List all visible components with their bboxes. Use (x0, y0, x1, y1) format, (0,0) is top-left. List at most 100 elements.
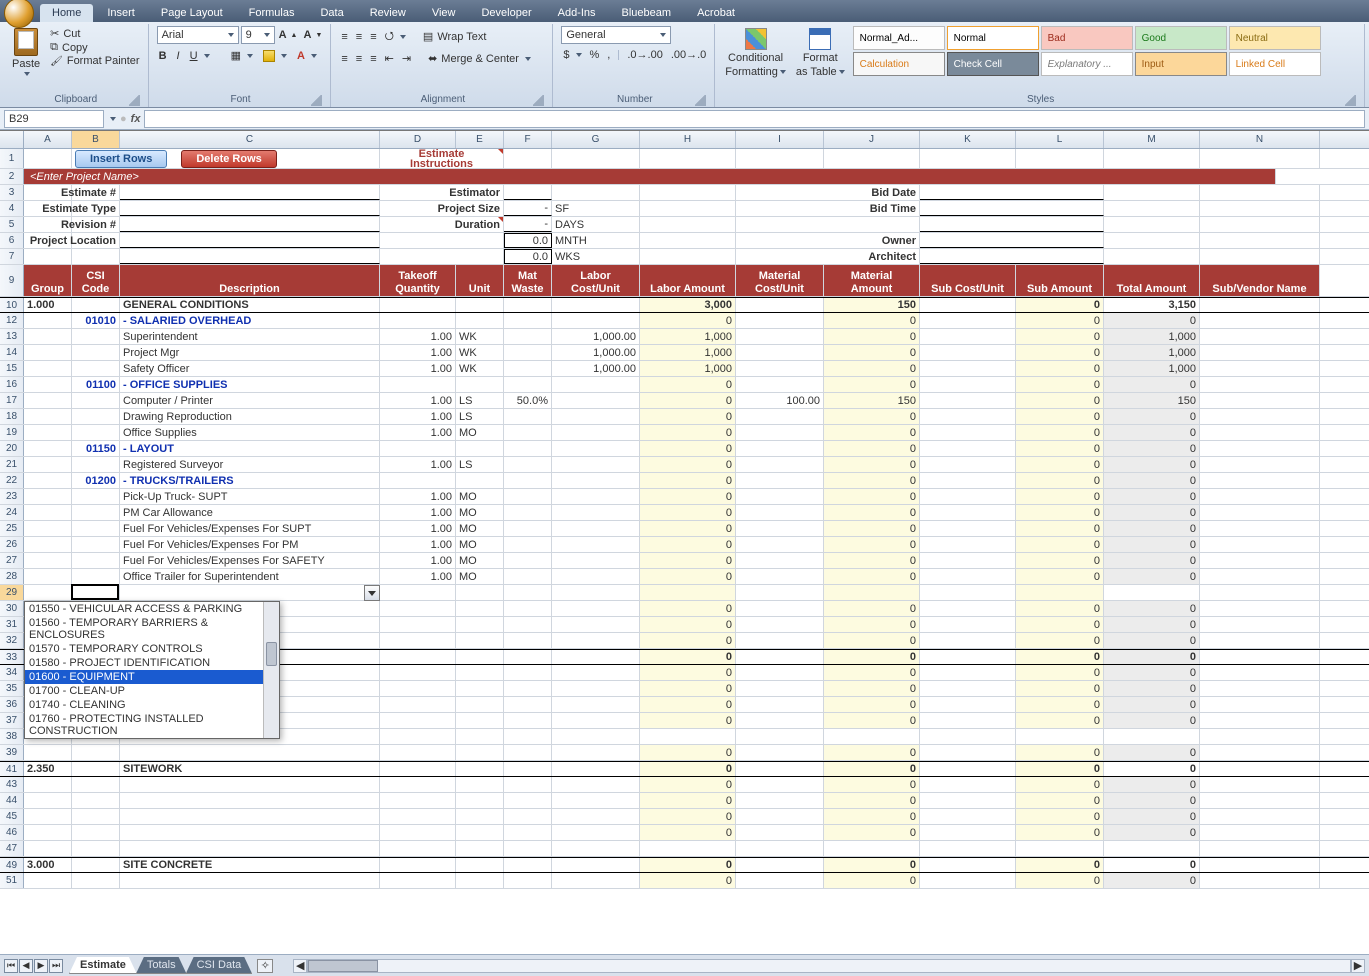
dropdown-option[interactable]: 01560 - TEMPORARY BARRIERS & ENCLOSURES (25, 616, 279, 642)
cell[interactable] (24, 553, 72, 568)
cell[interactable]: 0 (640, 745, 736, 760)
cell[interactable]: 0 (824, 745, 920, 760)
cell[interactable] (72, 345, 120, 360)
cell[interactable]: 0 (824, 762, 920, 776)
cell[interactable] (1200, 473, 1320, 488)
cell[interactable] (120, 217, 380, 232)
cell[interactable]: 0 (1016, 793, 1104, 808)
cell[interactable]: 0 (640, 553, 736, 568)
cell[interactable]: 0 (1104, 313, 1200, 328)
cell[interactable] (24, 361, 72, 376)
cell[interactable] (920, 762, 1016, 776)
name-box-dropdown[interactable] (110, 117, 116, 121)
cell[interactable] (380, 665, 456, 680)
cell[interactable] (736, 313, 824, 328)
cell[interactable] (380, 617, 456, 632)
cell[interactable]: 0 (824, 329, 920, 344)
grow-font-button[interactable]: A▲ (277, 27, 300, 43)
cell[interactable] (504, 377, 552, 392)
cell[interactable] (736, 858, 824, 872)
cell[interactable] (120, 825, 380, 840)
cell[interactable]: 0 (1016, 601, 1104, 616)
cell[interactable] (1200, 393, 1320, 408)
row-header-30[interactable]: 30 (0, 601, 24, 616)
cell[interactable] (1104, 149, 1200, 168)
cell[interactable] (72, 777, 120, 792)
cell[interactable] (736, 149, 824, 168)
cell[interactable]: 0 (1104, 377, 1200, 392)
style-good[interactable]: Good (1135, 26, 1227, 50)
cell[interactable] (1200, 569, 1320, 584)
grid-header[interactable]: MaterialAmount (824, 265, 920, 296)
row-header-10[interactable]: 10 (0, 298, 24, 312)
cell[interactable]: 0 (1016, 873, 1104, 888)
cell[interactable] (504, 665, 552, 680)
cell[interactable]: 0 (824, 313, 920, 328)
cell[interactable] (552, 713, 640, 728)
cell[interactable]: 1.00 (380, 553, 456, 568)
cell[interactable] (1016, 729, 1104, 744)
cell[interactable]: 0 (1104, 553, 1200, 568)
cell[interactable]: Bid Date (736, 185, 920, 200)
fx-icon[interactable]: fx (131, 113, 141, 125)
cell[interactable] (120, 873, 380, 888)
cell[interactable]: 0 (640, 858, 736, 872)
cell[interactable] (736, 681, 824, 696)
cell[interactable] (24, 505, 72, 520)
cell[interactable]: 0.0 (504, 249, 552, 264)
cell[interactable] (120, 841, 380, 856)
cell[interactable] (920, 777, 1016, 792)
cell[interactable] (24, 473, 72, 488)
cell[interactable] (380, 233, 504, 248)
cell[interactable]: Superintendent (120, 329, 380, 344)
comma-button[interactable]: , (605, 49, 612, 61)
cell[interactable] (72, 521, 120, 536)
cell[interactable] (920, 665, 1016, 680)
cell[interactable] (24, 873, 72, 888)
cell[interactable] (72, 553, 120, 568)
cell[interactable]: 0 (640, 793, 736, 808)
cell[interactable]: 0 (824, 521, 920, 536)
cell[interactable] (456, 585, 504, 600)
cell[interactable] (380, 633, 456, 648)
cell[interactable] (1200, 777, 1320, 792)
grid-header[interactable]: Unit (456, 265, 504, 296)
cell[interactable] (504, 858, 552, 872)
cell[interactable] (1200, 585, 1320, 600)
cell[interactable] (380, 825, 456, 840)
cell[interactable] (552, 489, 640, 504)
dropdown-option[interactable]: 01600 - EQUIPMENT (25, 670, 279, 684)
cell[interactable]: Estimator (380, 185, 504, 200)
project-name-banner[interactable]: <Enter Project Name> (24, 169, 1276, 184)
grid-header[interactable]: TakeoffQuantity (380, 265, 456, 296)
cell[interactable] (504, 329, 552, 344)
cut-button[interactable]: Cut (48, 27, 141, 40)
cell[interactable] (552, 585, 640, 600)
cell[interactable] (504, 489, 552, 504)
row-header-25[interactable]: 25 (0, 521, 24, 536)
cell[interactable] (24, 329, 72, 344)
cell[interactable]: 0 (1016, 329, 1104, 344)
cell[interactable] (120, 793, 380, 808)
cell[interactable] (456, 650, 504, 664)
row-header-14[interactable]: 14 (0, 345, 24, 360)
cell[interactable]: 0 (824, 537, 920, 552)
cell[interactable]: 0 (640, 681, 736, 696)
cell[interactable] (920, 505, 1016, 520)
cell[interactable]: 0 (640, 537, 736, 552)
cell[interactable] (380, 793, 456, 808)
cell[interactable]: 0 (1016, 298, 1104, 312)
grid-header[interactable]: Sub/Vendor Name (1200, 265, 1320, 296)
cell[interactable] (504, 873, 552, 888)
cell[interactable] (552, 505, 640, 520)
ribbon-tab-review[interactable]: Review (358, 4, 418, 22)
cell[interactable]: 0 (1016, 553, 1104, 568)
align-center-button[interactable]: ≡ (354, 53, 364, 65)
merge-center-button[interactable]: ⬌ Merge & Center (426, 52, 533, 65)
cell[interactable]: 0 (1104, 681, 1200, 696)
cell[interactable] (552, 569, 640, 584)
row-header-19[interactable]: 19 (0, 425, 24, 440)
cell[interactable] (552, 697, 640, 712)
cell[interactable] (920, 298, 1016, 312)
bold-button[interactable]: B (157, 50, 169, 62)
